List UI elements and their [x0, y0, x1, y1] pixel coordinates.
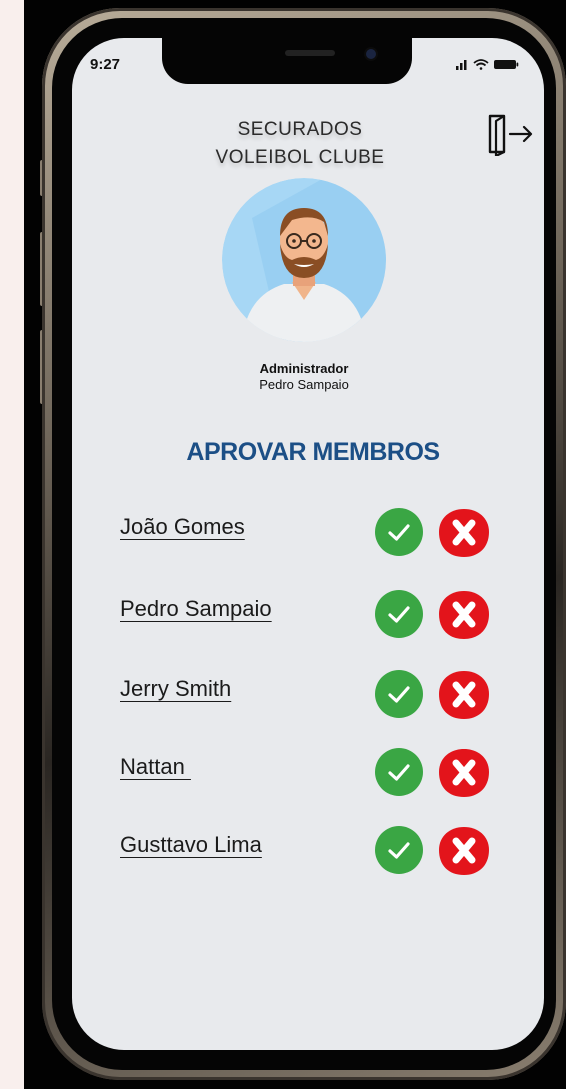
status-time: 9:27: [90, 56, 121, 73]
approve-button[interactable]: [375, 670, 423, 718]
signal-icon: [456, 60, 467, 70]
member-name-link[interactable]: Gusttavo Lima: [120, 832, 262, 858]
reject-button[interactable]: [438, 748, 490, 798]
member-row: João Gomes: [120, 508, 500, 558]
approve-button[interactable]: [375, 826, 423, 874]
reject-button[interactable]: [438, 508, 490, 558]
admin-avatar: [222, 178, 386, 342]
approve-button[interactable]: [375, 508, 423, 556]
member-name-link[interactable]: Jerry Smith: [120, 676, 231, 702]
front-camera: [366, 49, 376, 59]
bearded-man-avatar-icon: [222, 178, 386, 342]
check-icon: [388, 842, 410, 859]
reject-button[interactable]: [438, 826, 490, 876]
status-icons: [456, 59, 519, 70]
member-row: Jerry Smith: [120, 670, 500, 720]
club-title-line2: VOLEIBOL CLUBE: [215, 147, 385, 168]
admin-role: Administrador: [259, 361, 349, 376]
logout-door-icon[interactable]: [484, 112, 536, 156]
member-name-link[interactable]: João Gomes: [120, 514, 245, 540]
approve-button[interactable]: [375, 748, 423, 796]
check-icon: [388, 686, 410, 703]
member-name-link[interactable]: Pedro Sampaio: [120, 596, 272, 622]
check-icon: [388, 524, 410, 541]
battery-icon: [494, 60, 519, 69]
page: 9:27 SECURADOS VOLEIBOL CLUBE Administra…: [0, 0, 566, 1089]
reject-button[interactable]: [438, 590, 490, 640]
club-title: SECURADOS VOLEIBOL CLUBE: [180, 116, 420, 172]
reject-button[interactable]: [438, 670, 490, 720]
wifi-icon: [473, 59, 489, 70]
approve-button[interactable]: [375, 590, 423, 638]
member-row: Gusttavo Lima: [120, 826, 500, 876]
speaker-grille: [285, 50, 335, 56]
section-title: APROVAR MEMBROS: [186, 438, 440, 466]
phone-notch: [162, 38, 412, 84]
member-row: Pedro Sampaio: [120, 590, 500, 640]
check-icon: [388, 764, 410, 781]
member-row: Nattan: [120, 748, 500, 798]
club-title-line1: SECURADOS: [237, 119, 363, 140]
check-icon: [388, 606, 410, 623]
member-name-link[interactable]: Nattan: [120, 754, 191, 780]
admin-name: Pedro Sampaio: [259, 377, 349, 392]
